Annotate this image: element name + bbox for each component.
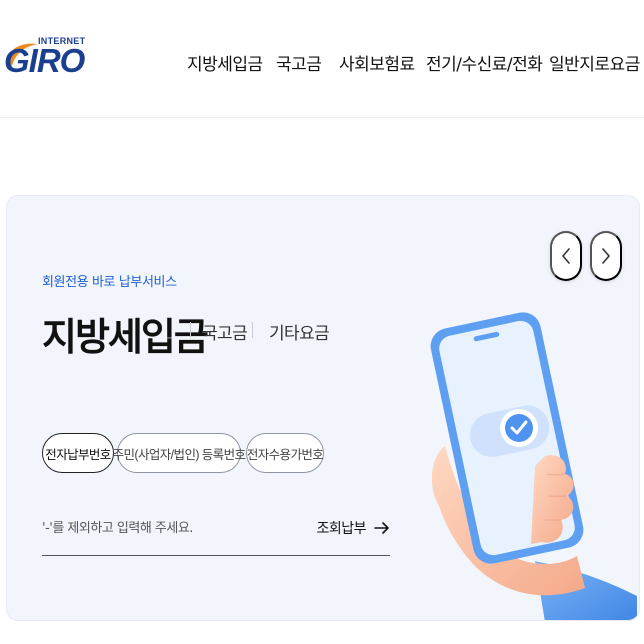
inquiry-pay-label: 조회납부 — [316, 521, 366, 537]
phone-check-illustration — [430, 312, 637, 620]
hero-title: 지방세입금 — [42, 315, 209, 359]
nav-item-social-insurance[interactable]: 사회보험료 — [339, 50, 415, 75]
payment-number-field: 조회납부 — [42, 506, 390, 556]
arrow-right-icon — [374, 522, 389, 534]
nav-item-utilities[interactable]: 전기/수신료/전화 — [426, 50, 543, 75]
nav-item-general-giro[interactable]: 일반지로요금 — [549, 50, 640, 75]
payment-number-input[interactable] — [42, 506, 312, 550]
tab-other-fees[interactable]: 기타요금 — [269, 319, 330, 344]
chevron-right-icon — [602, 248, 610, 264]
tab-divider — [190, 322, 191, 338]
nav-item-national-treasury[interactable]: 국고금 — [276, 50, 322, 75]
inquiry-pay-button[interactable]: 조회납부 — [316, 518, 390, 538]
giro-logo[interactable]: INTERNET GIRO — [4, 36, 85, 86]
hero-subtitle: 회원전용 바로 납부서비스 — [42, 275, 177, 290]
tab-divider — [252, 322, 253, 338]
search-type-registration-number[interactable]: 주민(사업자/법인) 등록번호 — [113, 433, 246, 473]
search-type-electronic-payment-number[interactable]: 전자납부번호 — [42, 433, 114, 473]
nav-item-local-tax[interactable]: 지방세입금 — [187, 50, 263, 75]
logo-main-text: GIRO — [4, 42, 85, 79]
carousel-prev-button[interactable] — [550, 231, 582, 281]
site-header: INTERNET GIRO 지방세입금 국고금 사회보험료 전기/수신료/전화 … — [0, 0, 644, 118]
payment-hero-card: 회원전용 바로 납부서비스 지방세입금 국고금 기타요금 전자납부번호 주민(사… — [6, 195, 640, 621]
chevron-left-icon — [562, 248, 570, 264]
tab-national-treasury[interactable]: 국고금 — [202, 319, 248, 344]
search-type-customer-number[interactable]: 전자수용가번호 — [246, 433, 324, 473]
carousel-next-button[interactable] — [590, 231, 622, 281]
